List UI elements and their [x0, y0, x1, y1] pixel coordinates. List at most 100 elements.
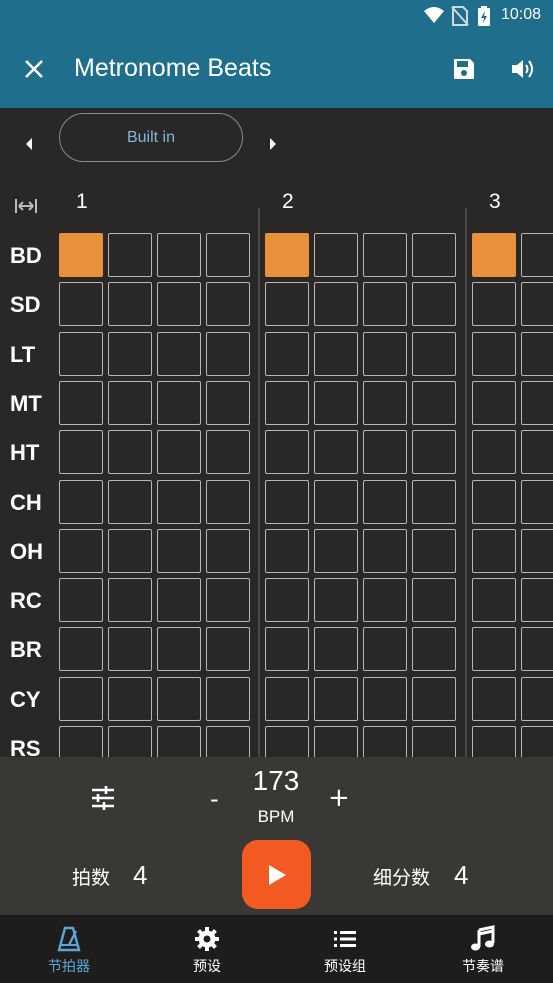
beat-cell[interactable] [412, 479, 456, 524]
save-button[interactable] [447, 52, 481, 86]
beat-cell[interactable] [472, 627, 516, 672]
instrument-label[interactable]: MT [10, 391, 42, 417]
beat-cell[interactable] [412, 331, 456, 376]
beats-value[interactable]: 4 [133, 860, 147, 891]
beat-cell[interactable] [59, 331, 103, 376]
bpm-increase-button[interactable]: + [328, 783, 350, 813]
beat-cell[interactable] [472, 331, 516, 376]
beat-cell[interactable] [363, 233, 407, 277]
subdivision-value[interactable]: 4 [454, 860, 468, 891]
beat-cell[interactable] [363, 528, 407, 573]
beat-cell[interactable] [265, 627, 309, 672]
next-preset-button[interactable] [261, 130, 285, 158]
beat-cell[interactable] [59, 676, 103, 721]
beat-cell[interactable] [314, 726, 358, 757]
beat-cell[interactable] [108, 528, 152, 573]
beat-cell[interactable] [206, 380, 250, 425]
beat-cell[interactable] [108, 578, 152, 623]
beat-cell[interactable] [314, 479, 358, 524]
beat-cell[interactable] [472, 676, 516, 721]
beat-cell[interactable] [157, 233, 201, 277]
beat-cell[interactable] [59, 528, 103, 573]
beat-cell[interactable] [363, 380, 407, 425]
beat-cell[interactable] [472, 578, 516, 623]
beat-cell-active[interactable] [472, 233, 516, 277]
beat-cell[interactable] [521, 430, 553, 475]
beat-cell[interactable] [521, 282, 553, 327]
beat-cell[interactable] [108, 380, 152, 425]
beat-cell[interactable] [521, 233, 553, 277]
beat-cell-active[interactable] [59, 233, 103, 277]
instrument-label[interactable]: BD [10, 243, 42, 269]
bpm-decrease-button[interactable]: - [210, 785, 219, 813]
beat-cell[interactable] [108, 676, 152, 721]
beat-cell[interactable] [314, 331, 358, 376]
beat-cell[interactable] [206, 479, 250, 524]
instrument-label[interactable]: RS [10, 736, 41, 757]
beat-cell[interactable] [157, 380, 201, 425]
beat-cell[interactable] [314, 676, 358, 721]
expand-width-icon[interactable] [14, 196, 38, 216]
beat-cell[interactable] [206, 331, 250, 376]
beat-cell[interactable] [363, 430, 407, 475]
bpm-value[interactable]: 173 [236, 765, 316, 797]
beat-cell[interactable] [412, 627, 456, 672]
beat-cell[interactable] [157, 479, 201, 524]
instrument-label[interactable]: CY [10, 687, 41, 713]
beat-cell[interactable] [157, 676, 201, 721]
beat-cell[interactable] [265, 676, 309, 721]
beat-cell[interactable] [206, 430, 250, 475]
beat-cell[interactable] [206, 578, 250, 623]
beat-cell[interactable] [412, 380, 456, 425]
beat-cell[interactable] [206, 676, 250, 721]
beat-cell[interactable] [314, 528, 358, 573]
beat-cell[interactable] [265, 726, 309, 757]
beat-cell[interactable] [59, 282, 103, 327]
beat-cell[interactable] [521, 479, 553, 524]
nav-item-preset-groups[interactable]: 预设组 [276, 915, 414, 983]
preset-name-button[interactable]: Built in [59, 113, 243, 162]
beat-cell[interactable] [206, 528, 250, 573]
beat-cell[interactable] [265, 380, 309, 425]
close-button[interactable] [17, 52, 51, 86]
beat-cell[interactable] [265, 578, 309, 623]
beat-cell[interactable] [157, 578, 201, 623]
nav-item-presets[interactable]: 预设 [138, 915, 276, 983]
beat-cell[interactable] [157, 430, 201, 475]
nav-item-rhythm[interactable]: 节奏谱 [414, 915, 552, 983]
sound-button[interactable] [506, 52, 540, 86]
beat-cell[interactable] [314, 578, 358, 623]
beat-cell[interactable] [265, 331, 309, 376]
beat-cell[interactable] [206, 726, 250, 757]
beat-cell[interactable] [59, 430, 103, 475]
beat-cell[interactable] [521, 528, 553, 573]
instrument-label[interactable]: RC [10, 588, 42, 614]
play-button[interactable] [242, 840, 311, 909]
beat-cell[interactable] [412, 676, 456, 721]
beat-cell[interactable] [412, 726, 456, 757]
beat-cell[interactable] [59, 380, 103, 425]
beat-cell[interactable] [412, 233, 456, 277]
beat-cell[interactable] [472, 726, 516, 757]
beat-cell[interactable] [59, 726, 103, 757]
beat-cell[interactable] [521, 627, 553, 672]
beat-cell[interactable] [363, 726, 407, 757]
beat-cell[interactable] [314, 282, 358, 327]
beat-cell[interactable] [59, 479, 103, 524]
beat-cell[interactable] [314, 627, 358, 672]
beat-cell[interactable] [314, 380, 358, 425]
beat-cell[interactable] [265, 282, 309, 327]
beat-cell[interactable] [363, 676, 407, 721]
beat-cell[interactable] [521, 331, 553, 376]
beat-cell[interactable] [108, 430, 152, 475]
instrument-label[interactable]: LT [10, 342, 35, 368]
beat-cell[interactable] [108, 331, 152, 376]
beat-cell[interactable] [157, 726, 201, 757]
beat-cell-active[interactable] [265, 233, 309, 277]
beat-cell[interactable] [472, 528, 516, 573]
beat-cell[interactable] [108, 233, 152, 277]
beat-cell[interactable] [108, 726, 152, 757]
beat-cell[interactable] [412, 430, 456, 475]
beat-cell[interactable] [314, 233, 358, 277]
beat-cell[interactable] [363, 479, 407, 524]
